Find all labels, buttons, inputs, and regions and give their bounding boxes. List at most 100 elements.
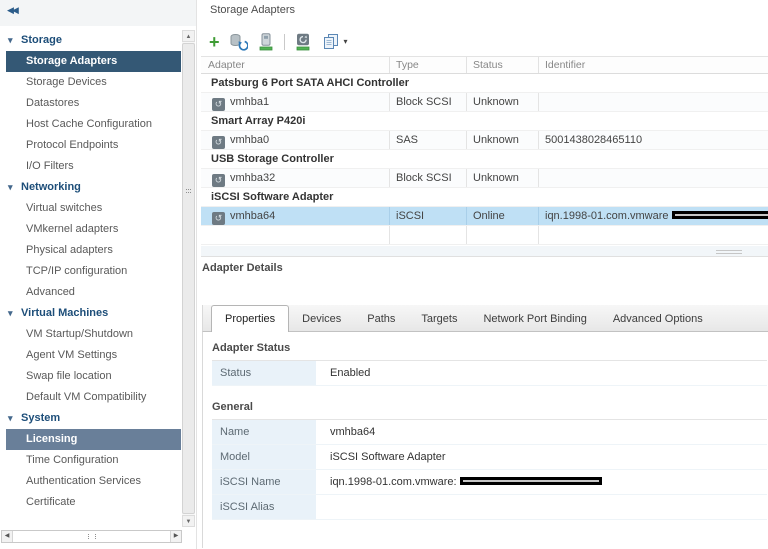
sidebar-item-io-filters[interactable]: I/O Filters <box>6 156 181 177</box>
sidebar-item-virtual-switches[interactable]: Virtual switches <box>6 198 181 219</box>
rescan-adapter-icon <box>296 33 309 50</box>
table-group-row[interactable]: Smart Array P420i <box>201 112 768 131</box>
tab-targets[interactable]: Targets <box>408 307 470 331</box>
sidebar-section-label: Virtual Machines <box>21 307 109 319</box>
chevron-down-icon: ▾ <box>8 308 13 318</box>
sidebar-section-label: Storage <box>21 34 62 46</box>
sidebar-item-time-configuration[interactable]: Time Configuration <box>6 450 181 471</box>
table-group-row[interactable]: USB Storage Controller <box>201 150 768 169</box>
column-header-status[interactable]: Status <box>466 57 538 73</box>
sidebar-item-authentication-services[interactable]: Authentication Services <box>6 471 181 492</box>
collapse-sidebar-icon[interactable]: ◀◀ <box>7 5 19 16</box>
splitter-grip-icon[interactable] <box>716 250 742 254</box>
storage-adapters-panel: Storage Adapters + ▾ Adapter Type Status… <box>196 0 768 549</box>
sidebar-section-system[interactable]: ▾ System <box>6 408 181 429</box>
general-section: General Name vmhba64 Model iSCSI Softwar… <box>212 395 768 520</box>
tab-paths[interactable]: Paths <box>354 307 408 331</box>
column-header-identifier[interactable]: Identifier <box>538 57 768 73</box>
rescan-adapter-button[interactable] <box>294 33 312 51</box>
column-header-type[interactable]: Type <box>389 57 466 73</box>
vsphere-host-config-screen: ◀◀ ▾ Storage Storage Adapters Storage Dev… <box>0 0 768 549</box>
refresh-adapters-button[interactable] <box>229 33 248 51</box>
tab-network-port-binding[interactable]: Network Port Binding <box>470 307 599 331</box>
config-sidebar: ◀◀ ▾ Storage Storage Adapters Storage Dev… <box>0 0 196 549</box>
scrollbar-thumb[interactable] <box>182 43 195 514</box>
redacted-identifier <box>671 211 768 220</box>
sidebar-item-tcpip-configuration[interactable]: TCP/IP configuration <box>6 261 181 282</box>
storage-adapter-icon: ↺ <box>212 98 225 111</box>
sidebar-item-label: Authentication Services <box>26 475 141 487</box>
table-group-row[interactable]: Patsburg 6 Port SATA AHCI Controller <box>201 74 768 93</box>
scroll-right-icon[interactable]: ▶ <box>170 531 181 542</box>
sidebar-item-host-cache-configuration[interactable]: Host Cache Configuration <box>6 114 181 135</box>
group-label: iSCSI Software Adapter <box>211 191 334 203</box>
table-row-empty[interactable] <box>201 226 768 245</box>
table-row-selected[interactable]: ↺ vmhba64 iSCSI Online iqn.1998-01.com.vm… <box>201 207 768 226</box>
adapter-name: vmhba0 <box>230 134 270 146</box>
sidebar-tree: ▾ Storage Storage Adapters Storage Device… <box>6 30 181 513</box>
sidebar-item-physical-adapters[interactable]: Physical adapters <box>6 240 181 261</box>
detail-row: Status Enabled <box>212 361 767 386</box>
sidebar-vertical-scrollbar[interactable]: ▲ ▼ <box>182 30 195 527</box>
sidebar-horizontal-scrollbar[interactable]: ◀ ▶ <box>1 530 182 543</box>
detail-row: iSCSI Name iqn.1998-01.com.vmware: <box>212 470 767 495</box>
table-row[interactable]: ↺ vmhba1 Block SCSI Unknown <box>201 93 768 112</box>
add-adapter-button[interactable]: + <box>209 33 220 51</box>
tab-properties[interactable]: Properties <box>211 305 290 332</box>
table-header[interactable]: Adapter Type Status Identifier <box>201 56 768 74</box>
tab-advanced-options[interactable]: Advanced Options <box>600 307 716 331</box>
scroll-down-icon[interactable]: ▼ <box>182 515 195 527</box>
sidebar-item-certificate[interactable]: Certificate <box>6 492 181 513</box>
tab-devices[interactable]: Devices <box>289 307 354 331</box>
sidebar-item-datastores[interactable]: Datastores <box>6 93 181 114</box>
column-header-adapter[interactable]: Adapter <box>201 57 389 73</box>
sidebar-item-vmkernel-adapters[interactable]: VMkernel adapters <box>6 219 181 240</box>
sidebar-item-default-vm-compatibility[interactable]: Default VM Compatibility <box>6 387 181 408</box>
scroll-up-icon[interactable]: ▲ <box>182 30 195 42</box>
sidebar-section-storage[interactable]: ▾ Storage <box>6 30 181 51</box>
group-label: USB Storage Controller <box>211 153 334 165</box>
sidebar-item-label: Certificate <box>26 496 76 508</box>
table-group-row[interactable]: iSCSI Software Adapter <box>201 188 768 207</box>
section-heading: General <box>212 395 767 420</box>
sidebar-header: ◀◀ <box>0 0 196 26</box>
adapter-name: vmhba1 <box>230 96 270 108</box>
panel-splitter[interactable] <box>201 246 768 257</box>
sidebar-item-agent-vm-settings[interactable]: Agent VM Settings <box>6 345 181 366</box>
table-row[interactable]: ↺ vmhba0 SAS Unknown 5001438028465110 <box>201 131 768 150</box>
sidebar-section-networking[interactable]: ▾ Networking <box>6 177 181 198</box>
sidebar-item-label: Time Configuration <box>26 454 119 466</box>
storage-adapter-icon: ↺ <box>212 174 225 187</box>
sidebar-item-swap-file-location[interactable]: Swap file location <box>6 366 181 387</box>
sidebar-item-vm-startup-shutdown[interactable]: VM Startup/Shutdown <box>6 324 181 345</box>
copy-icon <box>323 33 338 49</box>
adapter-identifier <box>538 169 768 187</box>
sidebar-item-label: Protocol Endpoints <box>26 139 119 151</box>
detail-row: Model iSCSI Software Adapter <box>212 445 767 470</box>
scrollbar-grip <box>186 189 191 194</box>
sidebar-item-storage-adapters[interactable]: Storage Adapters <box>6 51 181 72</box>
copy-export-button[interactable]: ▾ <box>321 33 348 51</box>
sidebar-section-virtual-machines[interactable]: ▾ Virtual Machines <box>6 303 181 324</box>
scroll-left-icon[interactable]: ◀ <box>2 531 13 542</box>
sidebar-item-storage-devices[interactable]: Storage Devices <box>6 72 181 93</box>
scrollbar-grip <box>87 534 96 539</box>
sidebar-item-protocol-endpoints[interactable]: Protocol Endpoints <box>6 135 181 156</box>
adapter-name: vmhba64 <box>230 210 276 222</box>
adapter-identifier: iqn.1998-01.com.vmware <box>545 210 669 222</box>
chevron-down-icon: ▾ <box>8 413 13 423</box>
sidebar-item-advanced[interactable]: Advanced <box>6 282 181 303</box>
adapter-details-tabs: Properties Devices Paths Targets Network… <box>202 305 768 332</box>
detail-label: Status <box>212 361 316 385</box>
adapter-details-title: Adapter Details <box>202 262 283 274</box>
table-row[interactable]: ↺ vmhba32 Block SCSI Unknown <box>201 169 768 188</box>
detail-row: iSCSI Alias <box>212 495 767 520</box>
sidebar-item-licensing[interactable]: Licensing <box>6 429 181 450</box>
properties-tab-content: Adapter Status Status Enabled General Na… <box>202 332 768 548</box>
rescan-host-button[interactable] <box>257 32 275 51</box>
chevron-down-icon: ▾ <box>8 35 13 45</box>
adapter-type: Block SCSI <box>389 169 466 187</box>
adapter-type: Block SCSI <box>389 93 466 111</box>
sidebar-item-label: TCP/IP configuration <box>26 265 128 277</box>
sidebar-item-label: Host Cache Configuration <box>26 118 152 130</box>
